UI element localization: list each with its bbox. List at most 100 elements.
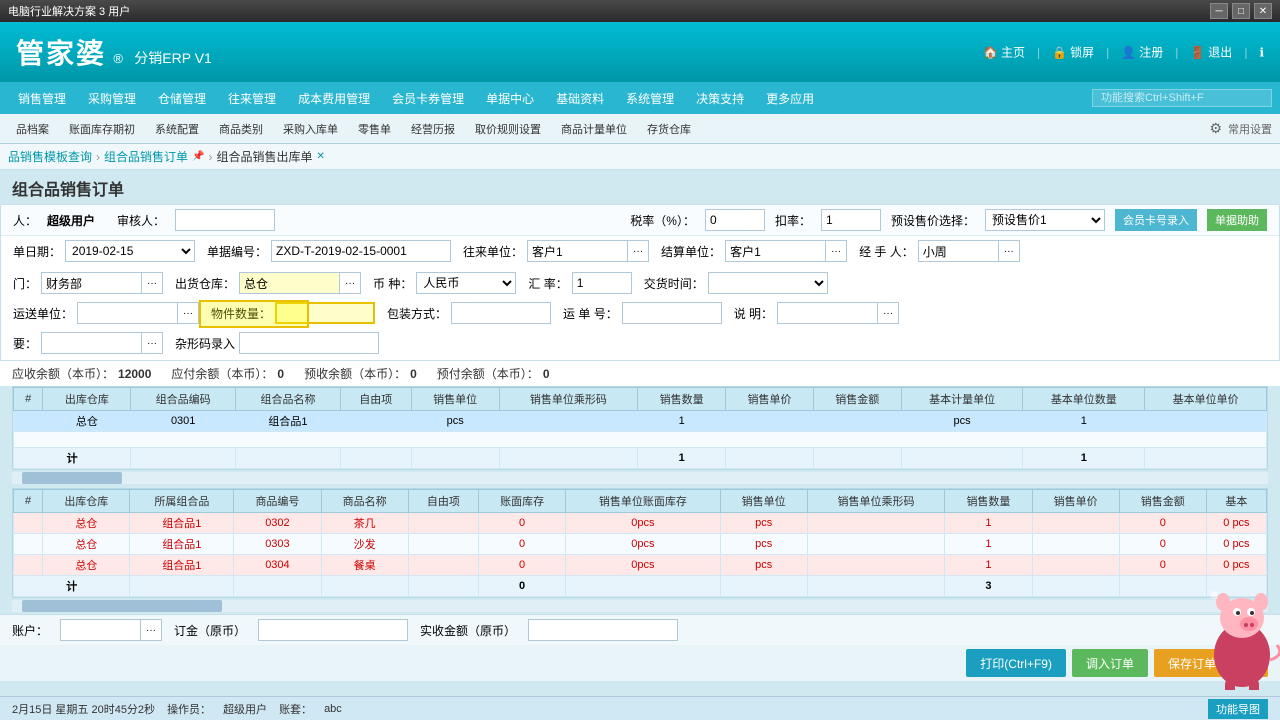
breadcrumb-close-icon[interactable]: ✕	[317, 151, 325, 162]
to-unit-dots-button[interactable]: ···	[627, 240, 649, 262]
minimize-button[interactable]: ─	[1210, 3, 1228, 19]
menu-sales[interactable]: 销售管理	[8, 86, 76, 111]
toolbar-product-type[interactable]: 商品类别	[211, 119, 271, 139]
dept-dots-button[interactable]: ···	[141, 272, 163, 294]
trade-time-select[interactable]	[708, 272, 828, 294]
discount-input[interactable]	[821, 209, 881, 231]
col-base-unit: 基本计量单位	[901, 388, 1023, 411]
menu-cost[interactable]: 成本费用管理	[288, 86, 380, 111]
home-icon-btn[interactable]: 🏠 主页	[983, 44, 1025, 61]
dcell-base-3: 0 pcs	[1206, 555, 1266, 576]
warehouse-dots-button[interactable]: ···	[339, 272, 361, 294]
settle-unit-input[interactable]	[725, 240, 825, 262]
to-unit-input[interactable]	[527, 240, 627, 262]
lock-icon-btn[interactable]: 🔒 锁屏	[1052, 44, 1094, 61]
prepay-value: 0	[543, 367, 550, 381]
settle-unit-dots-button[interactable]: ···	[825, 240, 847, 262]
upper-scrollbar-thumb[interactable]	[22, 472, 122, 484]
preset-select[interactable]: 预设售价1	[985, 209, 1105, 231]
balance-item: 应收余额（本币）： 12000	[12, 365, 151, 382]
close-button[interactable]: ✕	[1254, 3, 1272, 19]
waybill-input[interactable]	[622, 302, 722, 324]
menu-basic[interactable]: 基础资料	[546, 86, 614, 111]
print-button[interactable]: 打印(Ctrl+F9)	[966, 649, 1066, 677]
date-select[interactable]: 2019-02-15	[65, 240, 195, 262]
lower-table-row-2[interactable]: 总仓 组合品1 0303 沙发 0 0pcs pcs 1 0 0 pcs	[14, 534, 1267, 555]
toolbar-system-config[interactable]: 系统配置	[147, 119, 207, 139]
remark-dots-button[interactable]: ···	[877, 302, 899, 324]
dtotal-qty: 3	[945, 576, 1032, 597]
dtotal-amount	[1119, 576, 1206, 597]
account-label: 账户：	[12, 622, 48, 639]
breadcrumb-pin-icon[interactable]: 📌	[192, 151, 204, 162]
col-sale-price: 销售单价	[726, 388, 814, 411]
cell-no	[14, 411, 43, 432]
menu-more[interactable]: 更多应用	[756, 86, 824, 111]
toolbar-account-stock[interactable]: 账面库存期初	[61, 119, 143, 139]
menu-warehouse[interactable]: 仓储管理	[148, 86, 216, 111]
menu-transaction[interactable]: 往来管理	[218, 86, 286, 111]
menu-system[interactable]: 系统管理	[616, 86, 684, 111]
remark-input[interactable]	[777, 302, 877, 324]
parts-count-input[interactable]	[275, 302, 375, 324]
currency-select[interactable]: 人民币	[416, 272, 516, 294]
lower-scrollbar-thumb[interactable]	[22, 600, 222, 612]
toolbar-product-unit[interactable]: 商品计量单位	[553, 119, 635, 139]
waybill-label: 运 单 号：	[563, 305, 618, 322]
logo-subtitle: 分销ERP V1	[134, 50, 212, 66]
account-dots-button[interactable]: ···	[140, 619, 162, 641]
lower-table-row-1[interactable]: 总仓 组合品1 0302 茶几 0 0pcs pcs 1 0 0 pcs	[14, 513, 1267, 534]
tax-input[interactable]	[705, 209, 765, 231]
toolbar-retail[interactable]: 零售单	[350, 119, 399, 139]
dept-input[interactable]	[41, 272, 141, 294]
menu-decision[interactable]: 决策支持	[686, 86, 754, 111]
exchange-input[interactable]	[572, 272, 632, 294]
help-button[interactable]: 单据助助	[1207, 209, 1267, 231]
register-icon-btn[interactable]: 👤 注册	[1121, 44, 1163, 61]
toolbar-operation-history[interactable]: 经营历报	[403, 119, 463, 139]
import-button[interactable]: 调入订单	[1072, 649, 1148, 677]
menu-search-input[interactable]	[1092, 89, 1272, 107]
order-no-input[interactable]	[271, 240, 451, 262]
order-yuan-input[interactable]	[258, 619, 408, 641]
settings-label[interactable]: 常用设置	[1228, 121, 1272, 137]
barcode-input[interactable]	[239, 332, 379, 354]
actual-input[interactable]	[528, 619, 678, 641]
menubar: 销售管理 采购管理 仓储管理 往来管理 成本费用管理 会员卡券管理 单据中心 基…	[0, 82, 1280, 114]
logistics-input[interactable]	[77, 302, 177, 324]
lower-scrollbar[interactable]	[12, 600, 1268, 612]
breadcrumb-item-2[interactable]: 组合品销售订单	[104, 148, 188, 165]
upper-scrollbar[interactable]	[12, 472, 1268, 484]
important-dots-button[interactable]: ···	[141, 332, 163, 354]
settings-icon[interactable]: ⚙	[1209, 120, 1222, 137]
info-icon-btn[interactable]: ℹ	[1259, 45, 1264, 59]
important-input[interactable]	[41, 332, 141, 354]
dcell-code-1: 0302	[234, 513, 321, 534]
package-input[interactable]	[451, 302, 551, 324]
warehouse-input[interactable]	[239, 272, 339, 294]
breadcrumb-item-1[interactable]: 品销售模板查询	[8, 148, 92, 165]
account-input[interactable]	[60, 619, 140, 641]
handler-input[interactable]	[918, 240, 998, 262]
toolbar-purchase-in[interactable]: 采购入库单	[275, 119, 346, 139]
dcell-unit-stock-2: 0pcs	[566, 534, 720, 555]
prepaid-value: 0	[410, 367, 417, 381]
dcol-warehouse: 出库仓库	[43, 490, 130, 513]
logistics-dots-button[interactable]: ···	[177, 302, 199, 324]
reviewer-input[interactable]	[175, 209, 275, 231]
function-map-button[interactable]: 功能导图	[1208, 699, 1268, 719]
reviewer-label: 审核人：	[117, 212, 165, 229]
toolbar-product-file[interactable]: 品档案	[8, 119, 57, 139]
lower-table-row-3[interactable]: 总仓 组合品1 0304 餐桌 0 0pcs pcs 1 0 0 pcs	[14, 555, 1267, 576]
handler-dots-button[interactable]: ···	[998, 240, 1020, 262]
toolbar-stock-warehouse[interactable]: 存货仓库	[639, 119, 699, 139]
menu-purchase[interactable]: 采购管理	[78, 86, 146, 111]
menu-document[interactable]: 单据中心	[476, 86, 544, 111]
maximize-button[interactable]: □	[1232, 3, 1250, 19]
exit-icon-btn[interactable]: 🚪 退出	[1190, 44, 1232, 61]
member-card-button[interactable]: 会员卡号录入	[1115, 209, 1197, 231]
menu-member[interactable]: 会员卡券管理	[382, 86, 474, 111]
upper-table-row[interactable]: 总仓 0301 组合品1 pcs 1 pcs 1	[14, 411, 1267, 432]
toolbar-price-rule[interactable]: 取价规则设置	[467, 119, 549, 139]
statusbar: 2月15日 星期五 20时45分2秒 操作员： 超级用户 账套： abc 功能导…	[0, 696, 1280, 720]
